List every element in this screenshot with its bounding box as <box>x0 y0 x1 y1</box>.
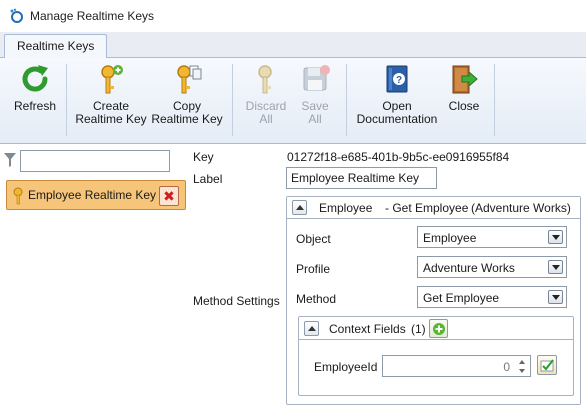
ring-dots-icon <box>10 8 23 23</box>
context-fields-count: (1) <box>411 322 426 336</box>
context-fields-title: Context Fields <box>329 322 406 336</box>
key-discard-icon <box>258 65 272 94</box>
ribbon-separator <box>232 64 233 136</box>
delete-x-icon[interactable]: ✖ <box>159 186 179 206</box>
method-settings-group: Employee - Get Employee (Adventure Works… <box>286 196 581 405</box>
refresh-label: Refresh <box>13 99 57 113</box>
context-field-action-button[interactable] <box>537 355 557 375</box>
floppy-save-icon <box>303 65 330 91</box>
copy-realtime-key-button[interactable]: Copy Realtime Key <box>150 62 224 140</box>
label-label: Label <box>193 172 223 186</box>
discard-all-button[interactable]: Discard All <box>240 62 292 140</box>
refresh-icon <box>22 65 48 92</box>
collapse-triangle-icon <box>307 326 316 331</box>
discard-label-2: All <box>259 112 273 126</box>
object-label: Object <box>296 232 331 246</box>
object-select-value: Employee <box>423 231 477 245</box>
method-select[interactable]: Get Employee <box>417 286 567 308</box>
svg-text:?: ? <box>396 75 402 86</box>
method-header-object: Employee <box>319 201 373 215</box>
window-title: Manage Realtime Keys <box>30 9 155 23</box>
save-label-2: All <box>308 112 322 126</box>
save-all-button[interactable]: Save All <box>292 62 338 140</box>
filter-input[interactable] <box>20 150 170 172</box>
collapse-triangle-icon <box>295 205 304 210</box>
list-item-employee-realtime-key[interactable]: Employee Realtime Key ✖ <box>6 180 186 210</box>
chevron-down-icon <box>548 290 563 304</box>
open-documentation-button[interactable]: ? Open Documentation <box>354 62 440 140</box>
ribbon-toolbar: Refresh Create Realtime Key Copy Realtim… <box>0 58 586 144</box>
ribbon-separator <box>494 64 495 136</box>
add-field-icon <box>432 322 445 335</box>
context-fields-group: Context Fields (1) EmployeeId 0 <box>298 316 574 396</box>
key-label: Key <box>193 150 214 164</box>
docs-label-2: Documentation <box>356 112 438 126</box>
edit-check-icon <box>540 358 554 371</box>
create-label-2: Realtime Key <box>75 112 147 126</box>
method-label: Method <box>296 292 337 306</box>
key-add-icon <box>101 65 123 94</box>
context-field-name: EmployeeId <box>314 360 378 374</box>
exit-door-icon <box>452 65 478 94</box>
chevron-down-icon <box>548 230 563 244</box>
collapse-context-toggle[interactable] <box>304 321 319 336</box>
filter-icon <box>4 153 16 167</box>
collapse-method-toggle[interactable] <box>292 200 307 215</box>
object-select[interactable]: Employee <box>417 226 567 248</box>
method-header-profile: (Adventure Works) <box>471 201 571 215</box>
label-field[interactable] <box>286 167 437 189</box>
key-icon <box>13 187 23 205</box>
tab-strip: Realtime Keys <box>0 32 586 59</box>
close-label-1: Close <box>448 99 480 113</box>
spin-down-icon[interactable] <box>514 366 529 375</box>
add-context-field-button[interactable] <box>429 319 448 338</box>
method-header-method: - Get Employee <box>385 201 469 215</box>
context-field-value: 0 <box>503 360 510 374</box>
method-select-value: Get Employee <box>423 291 500 305</box>
profile-label: Profile <box>296 262 331 276</box>
key-copy-icon <box>177 65 202 94</box>
chevron-down-icon <box>548 260 563 274</box>
context-fields-header: Context Fields (1) <box>299 317 573 340</box>
key-value: 01272f18-e685-401b-9b5c-ee0916955f84 <box>287 150 510 164</box>
profile-select[interactable]: Adventure Works <box>417 256 567 278</box>
create-realtime-key-button[interactable]: Create Realtime Key <box>74 62 148 140</box>
refresh-button[interactable]: Refresh <box>8 62 62 140</box>
help-book-icon: ? <box>386 65 408 93</box>
title-bar: Manage Realtime Keys <box>0 0 586 32</box>
method-settings-label: Method Settings <box>193 294 280 308</box>
close-button[interactable]: Close <box>440 62 488 140</box>
list-item-label: Employee Realtime Key <box>28 188 157 202</box>
method-group-header: Employee - Get Employee (Adventure Works… <box>287 197 580 219</box>
copy-label-2: Realtime Key <box>151 112 223 126</box>
tab-realtime-keys[interactable]: Realtime Keys <box>4 34 108 59</box>
profile-select-value: Adventure Works <box>423 261 515 275</box>
spin-up-icon[interactable] <box>514 357 529 366</box>
ribbon-separator <box>346 64 347 136</box>
context-field-value-spinner[interactable]: 0 <box>382 355 531 377</box>
ribbon-separator <box>66 64 67 136</box>
